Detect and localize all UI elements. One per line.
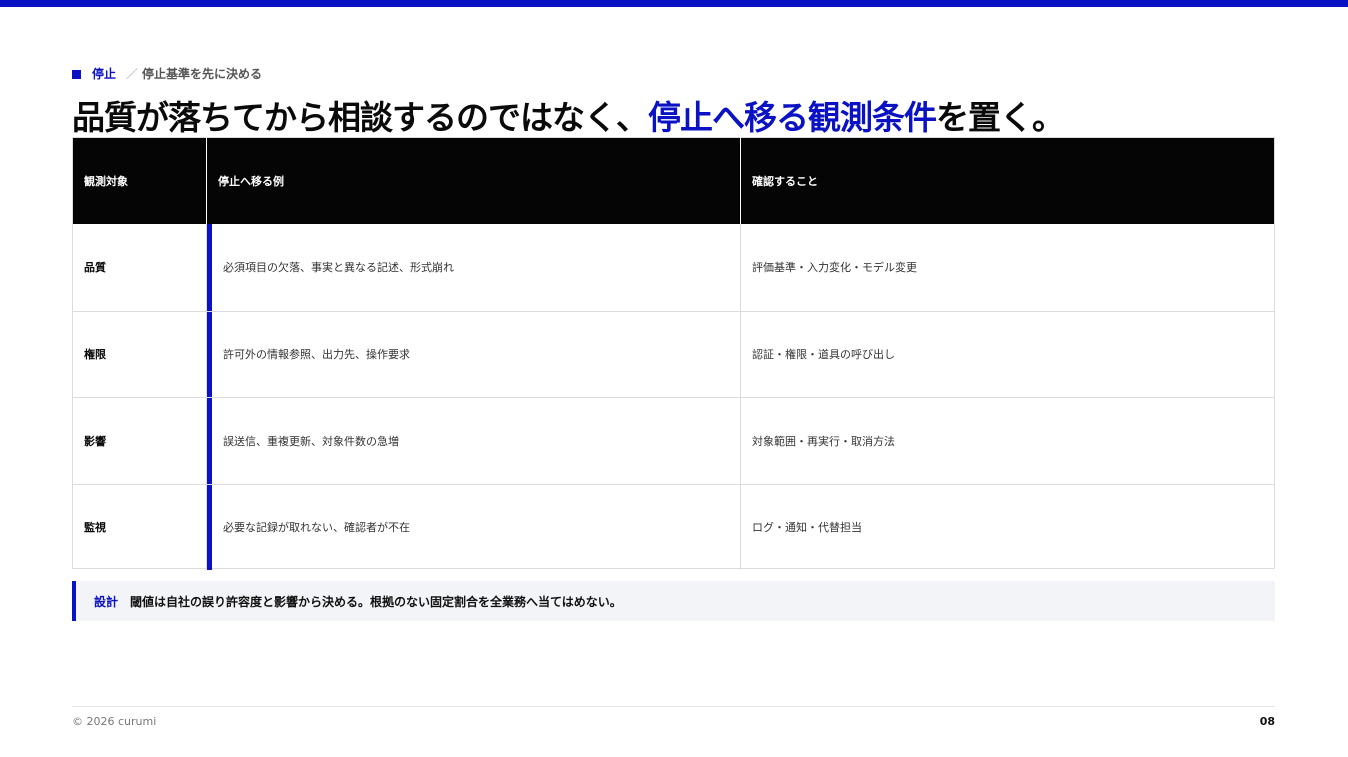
- section-label: 停止: [92, 67, 117, 81]
- row-example: 誤送信、重複更新、対象件数の急増: [207, 398, 741, 484]
- row-target: 監視: [73, 484, 207, 570]
- page-number: 08: [1259, 715, 1275, 728]
- row-target: 権限: [73, 311, 207, 397]
- table-row: 監視 必要な記録が取れない、確認者が不在 ログ・通知・代替担当: [73, 483, 1274, 570]
- header-check: 確認すること: [752, 175, 818, 188]
- section-separator: ／: [126, 67, 139, 81]
- row-check: 対象範囲・再実行・取消方法: [752, 434, 895, 448]
- row-target: 品質: [73, 224, 207, 311]
- table-row: 権限 許可外の情報参照、出力先、操作要求 認証・権限・道具の呼び出し: [73, 310, 1274, 397]
- title-tail: を置く。: [936, 98, 1065, 137]
- page-title: 品質が落ちてから相談するのではなく、停止へ移る観測条件を置く。: [72, 96, 1065, 140]
- row-check: ログ・通知・代替担当: [752, 521, 862, 535]
- copyright: © 2026 curumi: [72, 715, 157, 728]
- square-bullet-icon: [72, 69, 81, 79]
- footer-divider: [72, 706, 1275, 707]
- design-callout: 設計 閾値は自社の誤り許容度と影響から決める。根拠のない固定割合を全業務へ当ては…: [72, 581, 1275, 621]
- criteria-table: 観測対象 停止へ移る例 確認すること 品質 必須項目の欠落、事実と異なる記述、形…: [72, 137, 1275, 570]
- header-target: 観測対象: [73, 138, 207, 224]
- table-row: 品質 必須項目の欠落、事実と異なる記述、形式崩れ 評価基準・入力変化・モデル変更: [73, 224, 1274, 311]
- callout-text: 閾値は自社の誤り許容度と影響から決める。根拠のない固定割合を全業務へ当てはめない…: [130, 594, 622, 609]
- table-header-row: 観測対象 停止へ移る例 確認すること: [73, 138, 1274, 224]
- title-lead: 品質が落ちてから相談するのではなく、: [72, 98, 649, 137]
- top-accent-bar: [0, 0, 1348, 7]
- row-example: 必要な記録が取れない、確認者が不在: [207, 484, 741, 570]
- row-target: 影響: [73, 398, 207, 484]
- row-example: 許可外の情報参照、出力先、操作要求: [207, 311, 741, 397]
- section-kicker: 停止 ／ 停止基準を先に決める: [72, 66, 262, 82]
- row-check: 認証・権限・道具の呼び出し: [752, 348, 895, 362]
- title-accent: 停止へ移る観測条件: [648, 98, 937, 137]
- header-example: 停止へ移る例: [207, 138, 741, 224]
- row-check: 評価基準・入力変化・モデル変更: [752, 261, 917, 275]
- table-row: 影響 誤送信、重複更新、対象件数の急増 対象範囲・再実行・取消方法: [73, 397, 1274, 484]
- slide: 停止 ／ 停止基準を先に決める 品質が落ちてから相談するのではなく、停止へ移る観…: [0, 0, 1348, 757]
- row-example: 必須項目の欠落、事実と異なる記述、形式崩れ: [207, 224, 741, 311]
- section-subtitle: 停止基準を先に決める: [142, 67, 263, 81]
- callout-tag: 設計: [94, 594, 119, 609]
